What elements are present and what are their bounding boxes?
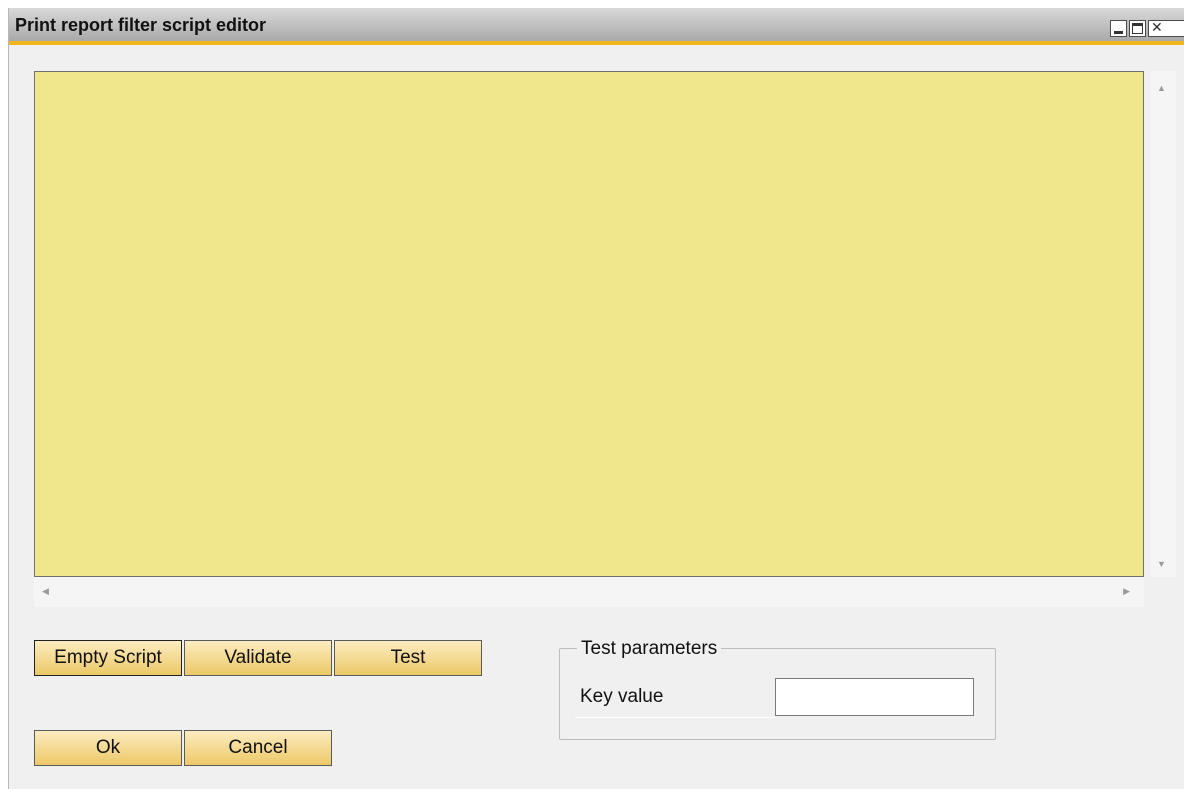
vertical-scrollbar[interactable]: ▲ ▼: [1150, 71, 1176, 577]
close-button[interactable]: [1148, 19, 1184, 37]
test-parameters-legend: Test parameters: [577, 638, 722, 660]
script-editor-window: Print report filter script editor ▲ ▼ ◀ …: [8, 8, 1184, 789]
maximize-button[interactable]: [1129, 20, 1146, 37]
validate-button[interactable]: Validate: [184, 640, 332, 676]
horizontal-scrollbar[interactable]: ◀ ▶: [34, 577, 1144, 607]
scroll-up-icon[interactable]: ▲: [1157, 83, 1166, 93]
scroll-down-icon[interactable]: ▼: [1157, 559, 1166, 569]
ok-button[interactable]: Ok: [34, 730, 182, 766]
scroll-left-icon[interactable]: ◀: [42, 586, 49, 597]
key-value-input[interactable]: [775, 678, 974, 716]
test-button[interactable]: Test: [334, 640, 482, 676]
key-value-label: Key value: [580, 686, 664, 707]
scroll-right-icon[interactable]: ▶: [1123, 586, 1130, 597]
title-bar[interactable]: Print report filter script editor: [9, 8, 1184, 45]
cancel-button[interactable]: Cancel: [184, 730, 332, 766]
window-title: Print report filter script editor: [15, 15, 267, 35]
script-editor-textarea[interactable]: [34, 71, 1144, 577]
empty-script-button[interactable]: Empty Script: [34, 640, 182, 676]
minimize-button[interactable]: [1110, 20, 1127, 37]
